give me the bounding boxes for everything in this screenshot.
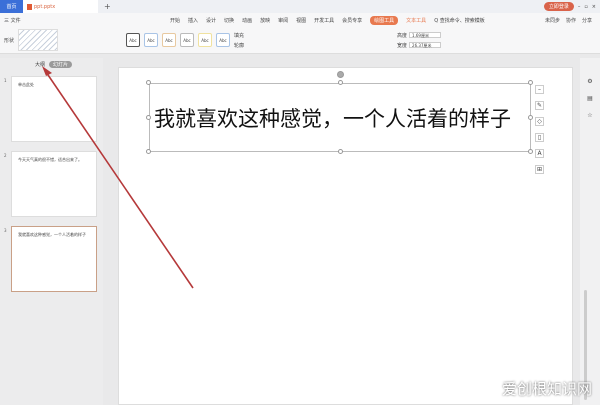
arrow-line	[45, 71, 194, 289]
annotation-arrow	[42, 66, 194, 289]
arrow-head	[42, 66, 52, 76]
watermark: 爱创根知识网	[501, 380, 592, 398]
